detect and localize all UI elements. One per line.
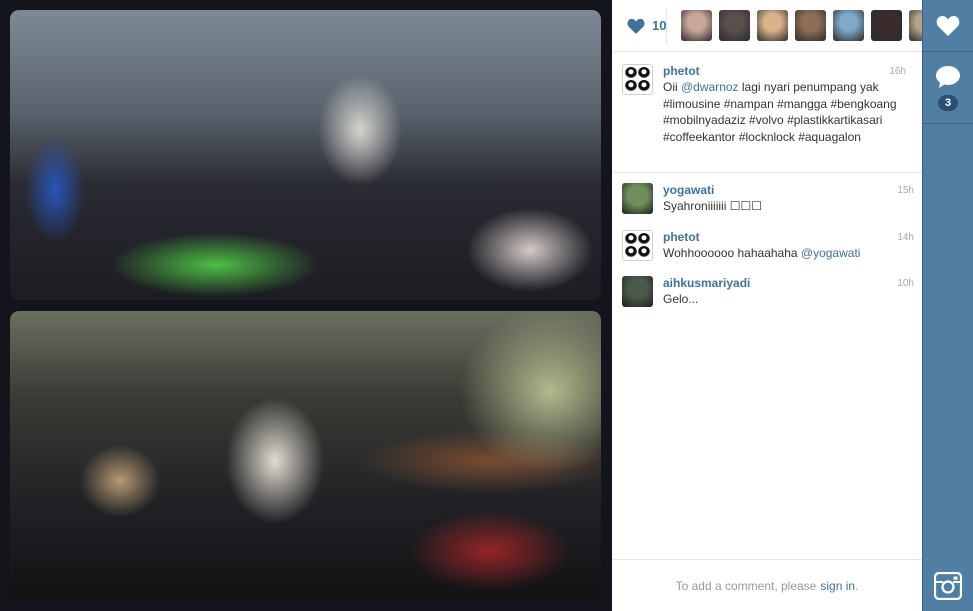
liker-avatar[interactable] xyxy=(795,10,827,41)
comment-text: Syahroniiiiiii ☐☐☐ xyxy=(663,198,914,215)
liker-avatar[interactable] xyxy=(681,10,713,41)
timestamp: 10h xyxy=(897,278,914,289)
photo-top[interactable] xyxy=(10,10,601,300)
caption-comment: 16h phetot Oii @dwarnoz lagi nyari penum… xyxy=(622,64,914,145)
username-link[interactable]: phetot xyxy=(663,64,906,79)
comment-text: Gelo... xyxy=(663,291,914,308)
add-comment-text: To add a comment, please xyxy=(675,578,817,593)
comment-text: Wohhoooooo hahaahaha @yogawati xyxy=(663,245,914,262)
photo-bottom[interactable] xyxy=(10,311,601,601)
likes-bar: 10 xyxy=(612,0,941,52)
liker-avatar[interactable] xyxy=(833,10,865,41)
mention-link[interactable]: @dwarnoz xyxy=(681,80,739,94)
comment-body: Syahroniiiiiii ☐☐☐ xyxy=(663,199,762,213)
avatar[interactable] xyxy=(622,229,653,261)
liker-avatar[interactable] xyxy=(871,10,903,41)
avatar[interactable] xyxy=(622,276,653,307)
username-link[interactable]: phetot xyxy=(663,230,914,245)
comment-body: Wohhoooooo hahaahaha xyxy=(663,245,801,260)
caption-text: Oii @dwarnoz lagi nyari penumpang yak #l… xyxy=(663,79,906,145)
comment-item: 10h aihkusmariyadi Gelo... xyxy=(622,276,922,308)
add-comment-prompt: To add a comment, please sign in. xyxy=(612,559,922,611)
instagram-photo-viewer: 10 16h phetot Oii @dwarnoz lagi nyari pe… xyxy=(0,0,973,611)
mention-link[interactable]: @yogawati xyxy=(801,246,861,260)
heart-icon xyxy=(627,18,645,34)
avatar[interactable] xyxy=(622,183,653,214)
action-sidebar: 3 xyxy=(922,0,973,611)
username-link[interactable]: aihkusmariyadi xyxy=(663,276,914,291)
comment-button[interactable]: 3 xyxy=(923,52,973,124)
comment-body: Gelo... xyxy=(663,292,699,306)
timestamp: 14h xyxy=(897,231,914,243)
timestamp: 15h xyxy=(897,185,914,196)
comment-item: 15h yogawati Syahroniiiiiii ☐☐☐ xyxy=(622,183,922,215)
add-comment-period: . xyxy=(855,578,859,593)
comment-icon xyxy=(936,66,960,88)
instagram-icon[interactable] xyxy=(934,572,962,600)
comment-item: 14h phetot Wohhoooooo hahaahaha @yogawati xyxy=(622,229,922,262)
timestamp: 16h xyxy=(889,66,906,77)
like-button[interactable] xyxy=(923,0,973,52)
comment-count-badge: 3 xyxy=(938,95,958,111)
likers-list xyxy=(667,10,941,41)
caption-text-start: Oii xyxy=(663,80,681,94)
caption: 16h phetot Oii @dwarnoz lagi nyari penum… xyxy=(612,52,922,173)
avatar[interactable] xyxy=(622,64,653,95)
sign-in-link[interactable]: sign in xyxy=(820,579,855,593)
like-count[interactable]: 10 xyxy=(612,7,668,44)
photo-pane xyxy=(0,0,612,611)
username-link[interactable]: yogawati xyxy=(663,183,914,198)
detail-pane: 10 16h phetot Oii @dwarnoz lagi nyari pe… xyxy=(612,0,941,611)
comments-list: 15h yogawati Syahroniiiiiii ☐☐☐ 14h phetot Wo… xyxy=(612,173,922,308)
liker-avatar[interactable] xyxy=(719,10,751,41)
liker-avatar[interactable] xyxy=(757,10,789,41)
like-count-number: 10 xyxy=(652,18,667,33)
heart-icon xyxy=(936,15,960,36)
